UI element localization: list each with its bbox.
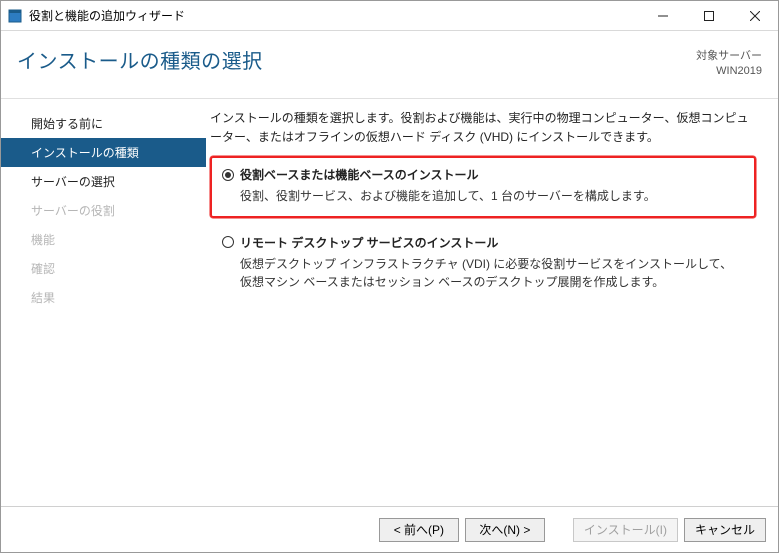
target-server-info: 対象サーバー WIN2019 [696, 45, 762, 79]
option-title: リモート デスクトップ サービスのインストール [240, 234, 498, 251]
wizard-footer: < 前へ(P) 次へ(N) > インストール(I) キャンセル [1, 506, 778, 552]
option-title: 役割ベースまたは機能ベースのインストール [240, 166, 479, 183]
wizard-body: 開始する前にインストールの種類サーバーの選択サーバーの役割機能確認結果 インスト… [1, 99, 778, 506]
wizard-step-item: 結果 [1, 283, 206, 312]
option-description: 役割、役割サービス、および機能を追加して、1 台のサーバーを構成します。 [240, 187, 744, 206]
target-label: 対象サーバー [696, 49, 762, 64]
wizard-header: インストールの種類の選択 対象サーバー WIN2019 [1, 31, 778, 99]
wizard-steps-sidebar: 開始する前にインストールの種類サーバーの選択サーバーの役割機能確認結果 [1, 99, 206, 506]
target-value: WIN2019 [696, 64, 762, 79]
install-type-option-rds[interactable]: リモート デスクトップ サービスのインストール仮想デスクトップ インフラストラク… [210, 224, 756, 304]
minimize-button[interactable] [640, 1, 686, 31]
wizard-step-item: 機能 [1, 225, 206, 254]
wizard-step-item[interactable]: サーバーの選択 [1, 167, 206, 196]
content-description: インストールの種類を選択します。役割および機能は、実行中の物理コンピューター、仮… [210, 109, 756, 146]
radio-icon[interactable] [222, 169, 234, 181]
cancel-button[interactable]: キャンセル [684, 518, 766, 542]
option-header[interactable]: リモート デスクトップ サービスのインストール [222, 234, 744, 251]
wizard-step-item[interactable]: インストールの種類 [1, 138, 206, 167]
titlebar: 役割と機能の追加ウィザード [1, 1, 778, 31]
install-type-option-role-based[interactable]: 役割ベースまたは機能ベースのインストール役割、役割サービス、および機能を追加して… [210, 156, 756, 218]
maximize-button[interactable] [686, 1, 732, 31]
next-button[interactable]: 次へ(N) > [465, 518, 545, 542]
window-title: 役割と機能の追加ウィザード [29, 7, 640, 24]
prev-button[interactable]: < 前へ(P) [379, 518, 459, 542]
page-title: インストールの種類の選択 [17, 45, 696, 74]
option-description: 仮想デスクトップ インフラストラクチャ (VDI) に必要な役割サービスをインス… [240, 255, 744, 292]
install-button: インストール(I) [573, 518, 678, 542]
radio-icon[interactable] [222, 236, 234, 248]
close-button[interactable] [732, 1, 778, 31]
wizard-content: インストールの種類を選択します。役割および機能は、実行中の物理コンピューター、仮… [206, 99, 778, 506]
app-icon [7, 8, 23, 24]
wizard-step-item: 確認 [1, 254, 206, 283]
wizard-step-item[interactable]: 開始する前に [1, 109, 206, 138]
wizard-step-item: サーバーの役割 [1, 196, 206, 225]
option-header[interactable]: 役割ベースまたは機能ベースのインストール [222, 166, 744, 183]
